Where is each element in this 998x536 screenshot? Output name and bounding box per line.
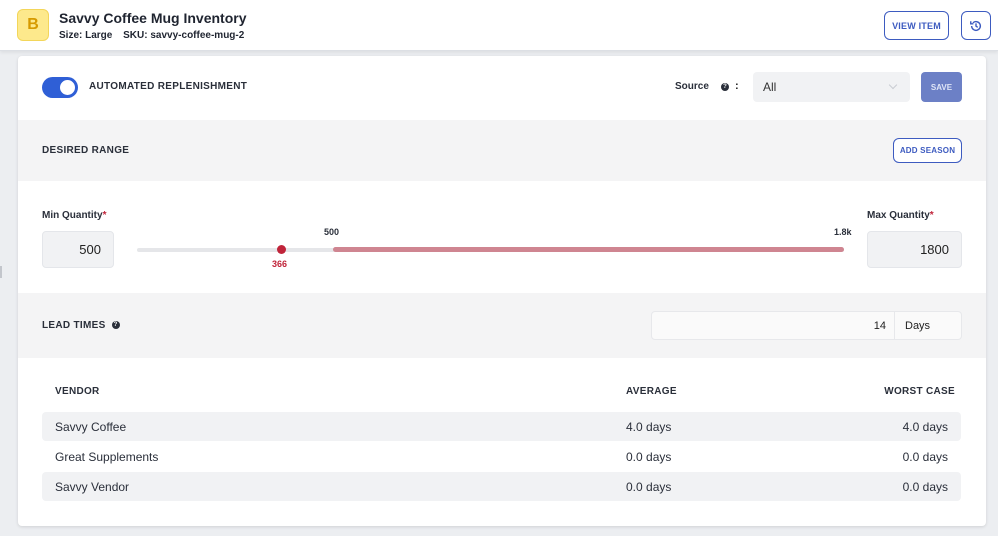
- add-season-button[interactable]: ADD SEASON: [893, 138, 962, 163]
- source-colon: :: [735, 80, 739, 92]
- table-row: Savvy Vendor 0.0 days 0.0 days: [42, 472, 961, 501]
- worst-case-lead-time: 0.0 days: [902, 450, 948, 464]
- quantity-slider-range[interactable]: [333, 247, 844, 252]
- worst-case-column-header: WORST CASE: [884, 386, 955, 397]
- min-quantity-label: Min Quantity*: [42, 210, 106, 221]
- logo-letter: B: [27, 16, 39, 33]
- info-icon[interactable]: ?: [111, 321, 120, 330]
- worst-case-lead-time: 0.0 days: [902, 480, 948, 494]
- source-select-value: All: [763, 80, 777, 94]
- max-quantity-label: Max Quantity*: [867, 210, 934, 221]
- required-mark: *: [102, 210, 107, 221]
- toggle-knob: [60, 80, 75, 95]
- chevron-down-icon: [888, 80, 898, 90]
- brand-logo: B: [17, 9, 49, 41]
- range-end-label: 1.8k: [834, 227, 852, 237]
- min-quantity-input[interactable]: 500: [42, 231, 114, 268]
- lead-time-input[interactable]: 14: [651, 311, 895, 340]
- max-quantity-input[interactable]: 1800: [867, 231, 962, 268]
- product-meta: Size: Large SKU: savvy-coffee-mug-2: [59, 30, 252, 41]
- lead-times-title: LEAD TIMES ?: [42, 320, 120, 331]
- size-label: Size:: [59, 30, 83, 41]
- average-column-header: AVERAGE: [626, 386, 677, 397]
- automated-replenishment-toggle[interactable]: [42, 77, 78, 98]
- view-item-button[interactable]: VIEW ITEM: [884, 11, 949, 40]
- lead-times-title-text: LEAD TIMES: [42, 320, 106, 331]
- history-icon: [970, 20, 982, 31]
- size-value: Large: [85, 30, 113, 41]
- automated-replenishment-label: AUTOMATED REPLENISHMENT: [89, 81, 248, 92]
- range-start-label: 500: [324, 227, 340, 237]
- top-bar: B Savvy Coffee Mug Inventory Size: Large…: [0, 0, 998, 51]
- average-lead-time: 0.0 days: [626, 450, 672, 464]
- left-edge-marker: [0, 266, 2, 278]
- desired-range-title: DESIRED RANGE: [42, 145, 130, 156]
- source-select[interactable]: All: [753, 72, 910, 102]
- max-quantity-label-text: Max Quantity: [867, 210, 930, 221]
- sku-label: SKU:: [123, 30, 148, 41]
- current-quantity-marker: [277, 245, 286, 254]
- source-label: Source: [675, 81, 709, 92]
- table-row: Great Supplements 0.0 days 0.0 days: [42, 442, 961, 471]
- info-icon[interactable]: ?: [721, 83, 729, 91]
- inventory-settings-card: AUTOMATED REPLENISHMENT Source ? : All S…: [18, 56, 986, 526]
- worst-case-lead-time: 4.0 days: [902, 420, 948, 434]
- average-lead-time: 4.0 days: [626, 420, 672, 434]
- vendor-name: Great Supplements: [55, 450, 159, 464]
- history-button[interactable]: [961, 11, 991, 40]
- current-quantity-label: 366: [272, 259, 288, 269]
- vendor-name: Savvy Coffee: [55, 420, 127, 434]
- lead-time-unit: Days: [895, 311, 962, 340]
- average-lead-time: 0.0 days: [626, 480, 672, 494]
- desired-range-header: [18, 120, 986, 181]
- save-button[interactable]: SAVE: [921, 72, 962, 102]
- page-title: Savvy Coffee Mug Inventory: [59, 10, 247, 26]
- vendor-column-header: VENDOR: [55, 386, 100, 397]
- min-quantity-label-text: Min Quantity: [42, 210, 103, 221]
- table-row: Savvy Coffee 4.0 days 4.0 days: [42, 412, 961, 441]
- required-mark: *: [929, 210, 934, 221]
- vendor-name: Savvy Vendor: [55, 480, 130, 494]
- sku-value: savvy-coffee-mug-2: [150, 30, 245, 41]
